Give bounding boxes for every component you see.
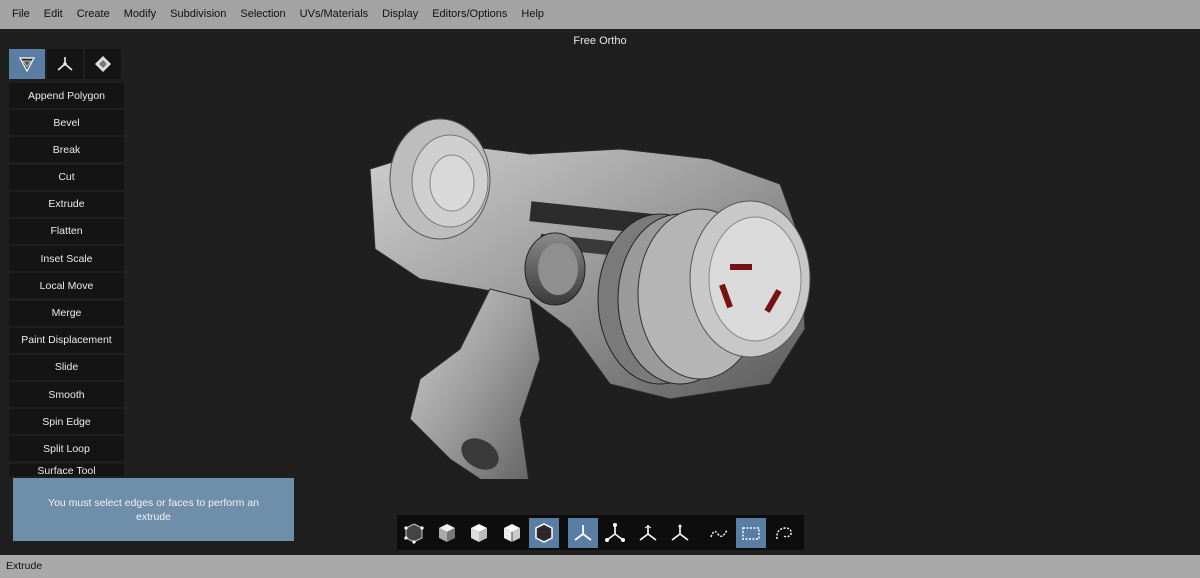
gizmo-scale-button[interactable] [633, 518, 663, 548]
paint-select-icon [775, 526, 792, 539]
edge-mode-button[interactable] [47, 49, 83, 79]
tool-split-loop[interactable]: Split Loop [9, 436, 124, 462]
tool-slide[interactable]: Slide [9, 354, 124, 380]
textured-cube-icon [503, 523, 520, 542]
solid-cube-button[interactable] [464, 518, 494, 548]
notification-toast: You must select edges or faces to perfor… [13, 478, 294, 541]
tool-smooth[interactable]: Smooth [9, 382, 124, 408]
viewport-toolbar [397, 515, 804, 550]
tool-surface-tool[interactable]: Surface Tool [9, 463, 124, 476]
menu-selection[interactable]: Selection [234, 0, 293, 29]
menu-editors-options[interactable]: Editors/Options [426, 0, 515, 29]
paint-select-button[interactable] [769, 518, 799, 548]
menu-display[interactable]: Display [376, 0, 426, 29]
lasso-select-button[interactable] [704, 518, 734, 548]
menu-file[interactable]: File [0, 0, 38, 29]
3d-viewport[interactable]: Free Ortho Append Polygon Bevel Break Cu… [0, 29, 1200, 555]
tool-append-polygon[interactable]: Append Polygon [9, 83, 124, 108]
menu-help[interactable]: Help [515, 0, 552, 29]
rect-select-icon [742, 526, 760, 540]
viewport-title: Free Ortho [573, 35, 627, 47]
face-mode-button[interactable] [9, 49, 45, 79]
menu-edit[interactable]: Edit [38, 0, 71, 29]
tool-cut[interactable]: Cut [9, 164, 124, 190]
hex-cube-icon [535, 522, 553, 543]
tool-merge[interactable]: Merge [9, 300, 124, 326]
edge-mode-icon [57, 57, 73, 71]
gizmo-rotate-button[interactable] [600, 518, 630, 548]
menu-bar: File Edit Create Modify Subdivision Sele… [0, 0, 1200, 29]
gizmo-axes-button[interactable] [567, 517, 598, 548]
tool-bevel[interactable]: Bevel [9, 110, 124, 136]
lasso-icon [709, 529, 728, 537]
tool-list: Append Polygon Bevel Break Cut Extrude F… [9, 83, 124, 478]
rotate-gizmo-icon [605, 522, 625, 542]
tool-flatten[interactable]: Flatten [9, 218, 124, 244]
menu-create[interactable]: Create [71, 0, 118, 29]
menu-modify[interactable]: Modify [118, 0, 164, 29]
shaded-cube-button[interactable] [432, 518, 462, 548]
vertex-mode-icon [95, 56, 111, 72]
tool-inset-scale[interactable]: Inset Scale [9, 246, 124, 272]
hex-cube-button[interactable] [529, 517, 559, 548]
tool-paint-displacement[interactable]: Paint Displacement [9, 327, 124, 353]
tool-local-move[interactable]: Local Move [9, 273, 124, 299]
shaded-cube-icon [438, 523, 455, 542]
tool-extrude[interactable]: Extrude [9, 191, 124, 217]
scale-gizmo-icon [639, 524, 656, 541]
wireframe-cube-icon [404, 522, 424, 544]
face-mode-icon [18, 57, 36, 73]
wireframe-cube-button[interactable] [399, 518, 429, 548]
vertex-mode-button[interactable] [85, 49, 121, 79]
axes-icon [573, 524, 592, 541]
selection-mode-bar [9, 49, 121, 79]
menu-subdivision[interactable]: Subdivision [164, 0, 234, 29]
solid-cube-icon [471, 523, 487, 542]
tool-spin-edge[interactable]: Spin Edge [9, 409, 124, 435]
status-bar: Extrude [0, 555, 1200, 578]
gizmo-move-button[interactable] [665, 518, 695, 548]
rect-select-button[interactable] [736, 517, 766, 548]
move-gizmo-icon [671, 523, 689, 541]
menu-uvs-materials[interactable]: UVs/Materials [294, 0, 376, 29]
tool-break[interactable]: Break [9, 137, 124, 163]
textured-cube-button[interactable] [497, 518, 527, 548]
3d-model-render [369, 118, 811, 479]
